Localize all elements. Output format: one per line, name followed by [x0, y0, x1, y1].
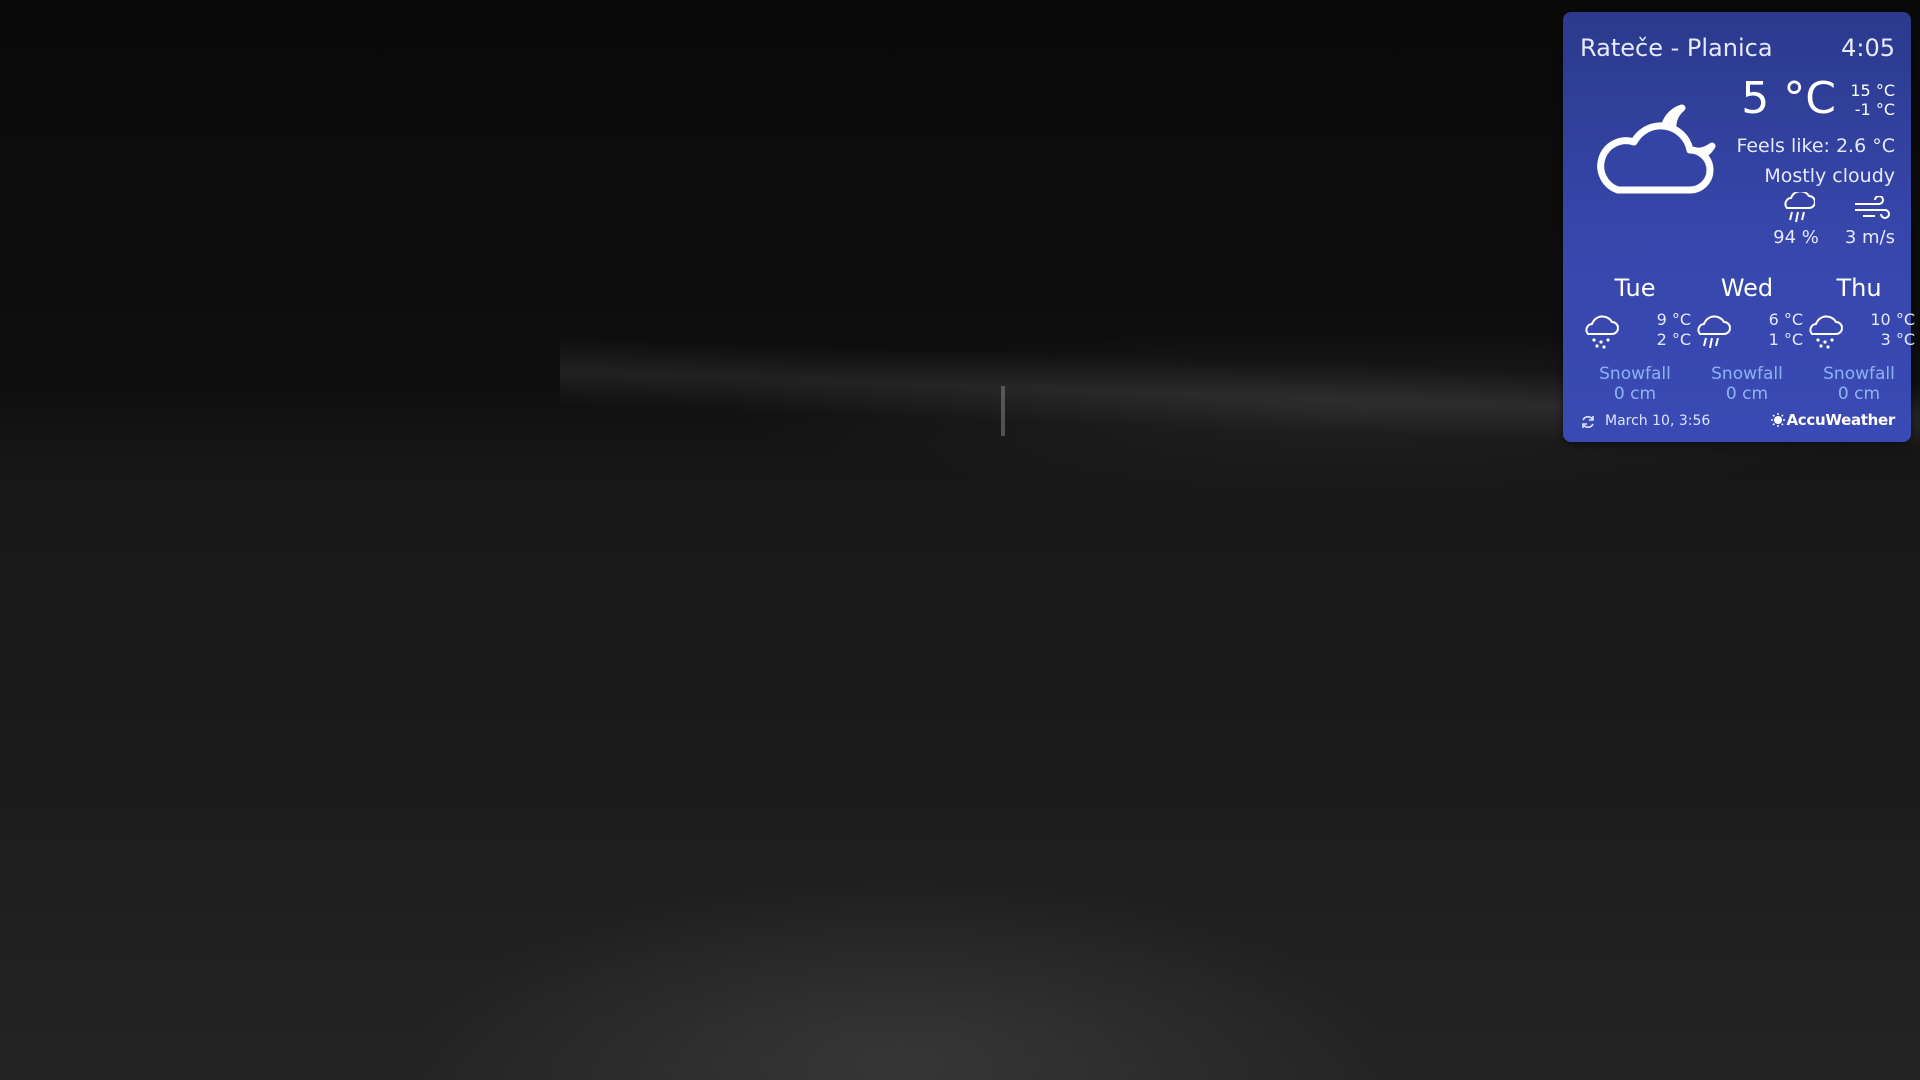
provider-logo[interactable]: AccuWeather — [1770, 411, 1896, 429]
wind-icon — [1855, 196, 1890, 219]
sun-logo-icon — [1770, 413, 1785, 427]
local-time: 4:05 — [1841, 34, 1895, 62]
forecast-day-name: Tue — [1614, 274, 1656, 302]
temperature-low: -1 °C — [1854, 100, 1895, 119]
cloud-moon-icon — [1597, 104, 1716, 194]
forecast-day-name: Thu — [1836, 274, 1882, 302]
pole — [1001, 386, 1005, 436]
temperature-high: 15 °C — [1850, 81, 1895, 100]
last-updated: March 10, 3:56 — [1605, 413, 1711, 429]
forecast-day: Wed 6 °C 1 °C Snowfall 0 cm — [1691, 274, 1803, 414]
forecast-day: Thu 10 °C 3 °C Snowfall 0 cm — [1803, 274, 1915, 414]
forecast-day-name: Wed — [1720, 274, 1774, 302]
snowfall-value: 0 cm — [1725, 384, 1769, 404]
forecast-day: Tue 9 °C 2 °C Snowfall 0 cm — [1579, 274, 1691, 414]
snow-cloud-icon — [1809, 315, 1843, 349]
location-name: Rateče - Planica — [1580, 34, 1773, 62]
snowfall-label: Snowfall — [1599, 364, 1671, 384]
condition: Mostly cloudy — [1764, 165, 1895, 187]
snowfall-label: Snowfall — [1823, 364, 1895, 384]
forecast-high: 6 °C — [1768, 310, 1803, 329]
weather-widget: Rateče - Planica 4:05 5 °C 15 °C -1 °C F… — [1563, 12, 1915, 442]
forecast-high: 9 °C — [1656, 310, 1691, 329]
snowfall-value: 0 cm — [1837, 384, 1881, 404]
rain-cloud-icon — [1697, 315, 1731, 349]
snow-cloud-icon — [1585, 315, 1619, 349]
forecast-high: 10 °C — [1870, 310, 1915, 329]
refresh-icon[interactable] — [1580, 414, 1596, 430]
precipitation-value: 94 % — [1773, 227, 1819, 248]
feels-like: Feels like: 2.6 °C — [1736, 135, 1895, 157]
snowfall-label: Snowfall — [1711, 364, 1783, 384]
snowfall-value: 0 cm — [1613, 384, 1657, 404]
rain-icon — [1784, 192, 1815, 223]
forecast-low: 2 °C — [1656, 330, 1691, 349]
forecast-low: 3 °C — [1880, 330, 1915, 349]
wind-value: 3 m/s — [1844, 227, 1895, 248]
forecast-low: 1 °C — [1768, 330, 1803, 349]
provider-name: AccuWeather — [1786, 411, 1896, 429]
current-temperature: 5 °C — [1741, 73, 1836, 124]
